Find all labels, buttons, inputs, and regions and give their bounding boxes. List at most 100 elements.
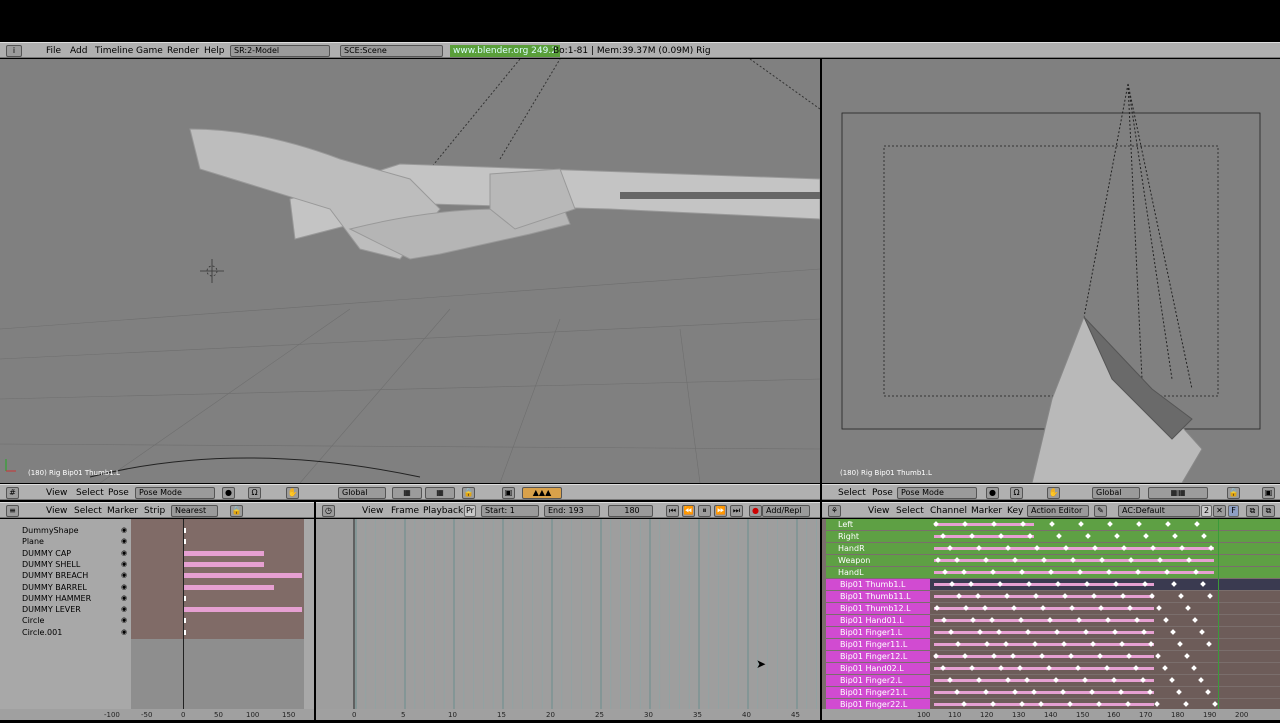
ae-group-row[interactable]: Right <box>826 531 930 542</box>
grab-icon-r[interactable]: ✋ <box>1047 487 1060 499</box>
viewport-3d-left[interactable]: (180) Rig Bip01 Thumb1.L <box>0 59 820 483</box>
keying-mode-selector[interactable]: Add/Repl <box>762 505 810 517</box>
render-icon-r[interactable]: ▣ <box>1262 487 1275 499</box>
prev-key-icon[interactable]: ⏪ <box>682 505 695 517</box>
grab-icon[interactable]: ✋ <box>286 487 299 499</box>
nla-object-row[interactable]: DUMMY HAMMER ◉ <box>0 593 130 604</box>
menu-help[interactable]: Help <box>204 43 225 59</box>
lock-icon[interactable]: 🔒 <box>462 487 475 499</box>
nla-menu-select[interactable]: Select <box>74 503 102 519</box>
pose-paste-icon[interactable]: ▲▲▲ <box>522 487 562 499</box>
shading-icon-r[interactable]: ● <box>986 487 999 499</box>
action-name-field[interactable]: AC:Default <box>1118 505 1200 517</box>
nla-strip[interactable] <box>184 629 186 635</box>
ae-channel-row[interactable]: Bip01 Thumb11.L <box>826 591 930 602</box>
unlink-icon[interactable]: ✕ <box>1213 505 1226 517</box>
nla-object-row[interactable]: DUMMY LEVER ◉ <box>0 604 130 615</box>
snap-selector[interactable]: Nearest <box>171 505 218 517</box>
menu-timeline[interactable]: Timeline <box>95 43 133 59</box>
ae-menu-channel[interactable]: Channel <box>930 503 967 519</box>
ae-group-row[interactable]: HandR <box>826 543 930 554</box>
layers-icon-2[interactable]: ▦ <box>425 487 455 499</box>
jump-end-icon[interactable]: ⏭ <box>730 505 743 517</box>
nla-menu-view[interactable]: View <box>46 503 67 519</box>
ae-key-strip[interactable] <box>934 535 1034 538</box>
render-icon[interactable]: ▣ <box>502 487 515 499</box>
nla-strip-area[interactable] <box>131 519 304 639</box>
nla-strip[interactable] <box>184 528 186 533</box>
menu-game[interactable]: Game <box>136 43 163 59</box>
visibility-eye-icon[interactable]: ◉ <box>121 559 127 570</box>
nla-type-icon[interactable]: ≡ <box>6 505 19 517</box>
ae-menu-view[interactable]: View <box>868 503 889 519</box>
pin-icon[interactable]: ✎ <box>1094 505 1107 517</box>
ae-menu-marker[interactable]: Marker <box>971 503 1002 519</box>
ae-channel-row[interactable]: Bip01 Thumb12.L <box>826 603 930 614</box>
tl-menu-view[interactable]: View <box>362 503 383 519</box>
nla-strip[interactable] <box>184 539 186 545</box>
layers-icon-r[interactable]: ▦▦ <box>1148 487 1208 499</box>
pivot-icon[interactable]: Ω <box>248 487 261 499</box>
end-frame-field[interactable]: End: 193 <box>544 505 600 517</box>
orientation-selector-r[interactable]: Global <box>1092 487 1140 499</box>
visibility-eye-icon[interactable]: ◉ <box>121 615 127 626</box>
nla-menu-marker[interactable]: Marker <box>107 503 138 519</box>
ae-key-strip[interactable] <box>934 571 1214 574</box>
orientation-selector[interactable]: Global <box>338 487 386 499</box>
screen-selector[interactable]: SR:2-Model <box>230 45 330 57</box>
action-editor-area[interactable]: Left Right HandR Weapon HandL Bip01 Thumb1.L B… <box>822 519 1280 720</box>
action-type-icon[interactable]: ⚘ <box>828 505 841 517</box>
visibility-eye-icon[interactable]: ◉ <box>121 548 127 559</box>
record-icon[interactable]: ● <box>749 505 762 517</box>
nla-object-row[interactable]: DUMMY SHELL ◉ <box>0 559 130 570</box>
visibility-eye-icon[interactable]: ◉ <box>121 593 127 604</box>
editor-type-icon[interactable]: # <box>6 487 19 499</box>
ae-menu-select[interactable]: Select <box>896 503 924 519</box>
tl-menu-playback[interactable]: Playback <box>423 503 463 519</box>
next-key-icon[interactable]: ⏩ <box>714 505 727 517</box>
menu-add[interactable]: Add <box>70 43 87 59</box>
ae-key-strip[interactable] <box>934 667 1154 670</box>
ae-channel-row[interactable]: Bip01 Hand02.L <box>826 663 930 674</box>
visibility-eye-icon[interactable]: ◉ <box>121 525 127 536</box>
nla-object-row[interactable]: DummyShape ◉ <box>0 525 130 536</box>
ae-key-strip[interactable] <box>934 679 1154 682</box>
ae-channel-row[interactable]: Bip01 Finger11.L <box>826 639 930 650</box>
nla-strip[interactable] <box>184 595 186 601</box>
current-frame-field[interactable]: 180 <box>608 505 653 517</box>
nla-object-row[interactable]: DUMMY BREACH ◉ <box>0 570 130 581</box>
start-frame-field[interactable]: Start: 1 <box>481 505 539 517</box>
mode-selector-r[interactable]: Pose Mode <box>897 487 977 499</box>
pause-icon[interactable]: ⏸ <box>698 505 711 517</box>
fake-user-button[interactable]: F <box>1228 505 1239 517</box>
visibility-eye-icon[interactable]: ◉ <box>121 536 127 547</box>
tl-menu-frame[interactable]: Frame <box>391 503 419 519</box>
menu-pose-r[interactable]: Pose <box>872 485 893 501</box>
nla-object-row[interactable]: DUMMY BARREL ◉ <box>0 582 130 593</box>
jump-start-icon[interactable]: ⏮ <box>666 505 679 517</box>
ae-group-row[interactable]: Left <box>826 519 930 530</box>
nla-object-row[interactable]: Circle.001 ◉ <box>0 627 130 638</box>
nla-strip[interactable] <box>184 607 302 613</box>
nla-strip[interactable] <box>184 618 186 624</box>
users-count[interactable]: 2 <box>1201 505 1212 517</box>
ae-channel-row[interactable]: Bip01 Finger12.L <box>826 651 930 662</box>
copy-icon[interactable]: ⧉ <box>1246 505 1259 517</box>
nla-strip[interactable] <box>184 584 274 590</box>
timeline-type-icon[interactable]: ◷ <box>322 505 335 517</box>
shading-icon[interactable]: ● <box>222 487 235 499</box>
nla-strip[interactable] <box>184 550 264 556</box>
ae-key-strip[interactable] <box>934 619 1154 622</box>
menu-select-r[interactable]: Select <box>838 485 866 501</box>
window-type-icon[interactable]: i <box>6 45 22 57</box>
ae-channel-row[interactable]: Bip01 Hand01.L <box>826 615 930 626</box>
paste-icon[interactable]: ⧉ <box>1262 505 1275 517</box>
lock-icon-r[interactable]: 🔒 <box>1227 487 1240 499</box>
nla-object-row[interactable]: Plane ◉ <box>0 536 130 547</box>
ae-channel-row[interactable]: Bip01 Thumb1.L <box>826 579 930 590</box>
nla-object-row[interactable]: DUMMY CAP ◉ <box>0 548 130 559</box>
layers-icon[interactable]: ▦ <box>392 487 422 499</box>
ae-channel-row[interactable]: Bip01 Finger1.L <box>826 627 930 638</box>
scene-selector[interactable]: SCE:Scene <box>340 45 443 57</box>
ae-key-strip[interactable] <box>934 631 1154 634</box>
